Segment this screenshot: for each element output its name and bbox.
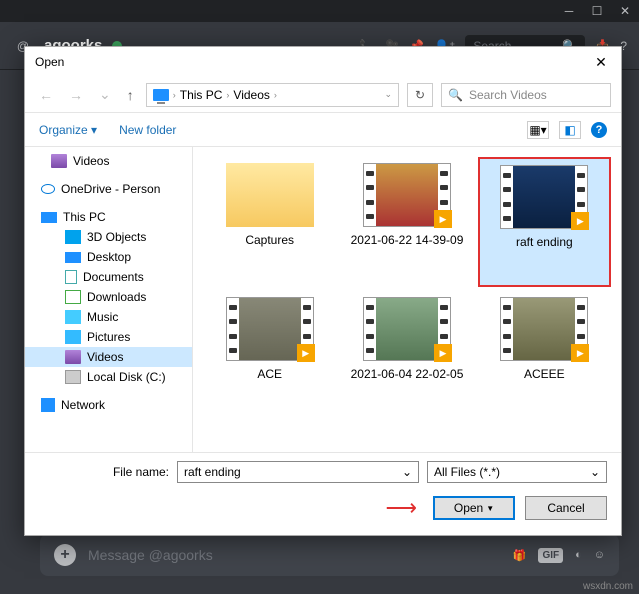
network-icon — [41, 398, 55, 412]
file-open-dialog: Open ✕ ← → ⌄ ↑ › This PC › Videos › ⌄ ↻ … — [24, 46, 622, 536]
back-button[interactable]: ← — [35, 85, 57, 105]
dialog-titlebar: Open ✕ — [25, 47, 621, 77]
play-overlay-icon: ▶ — [434, 344, 452, 362]
dialog-toolbar: Organize ▾ New folder ▦▾ ◧ ? — [25, 113, 621, 147]
folder-icon — [226, 163, 314, 227]
dialog-title: Open — [35, 55, 64, 69]
dialog-bottom: File name: raft ending ⌄ All Files (*.*)… — [25, 452, 621, 535]
video-thumbnail: ▶ — [500, 165, 588, 229]
tree-item-documents[interactable]: Documents — [25, 267, 192, 287]
cancel-button[interactable]: Cancel — [525, 496, 607, 520]
organize-menu[interactable]: Organize ▾ — [39, 123, 97, 137]
help-button[interactable]: ? — [591, 122, 607, 138]
open-button[interactable]: Open ▼ — [433, 496, 515, 520]
tree-item-desktop[interactable]: Desktop — [25, 247, 192, 267]
pc-icon — [153, 89, 169, 101]
file-item-video-selected[interactable]: ▶ raft ending — [478, 157, 611, 287]
discord-titlebar: ─ ☐ ✕ — [0, 0, 639, 22]
refresh-button[interactable]: ↻ — [407, 83, 433, 107]
close-icon[interactable]: ✕ — [591, 54, 611, 71]
tree-item-music[interactable]: Music — [25, 307, 192, 327]
chevron-right-icon: › — [274, 90, 277, 100]
music-icon — [65, 310, 81, 324]
filename-input[interactable]: raft ending ⌄ — [177, 461, 419, 483]
watermark: wsxdn.com — [583, 581, 633, 592]
chevron-down-icon[interactable]: ⌄ — [402, 465, 412, 479]
tree-item-downloads[interactable]: Downloads — [25, 287, 192, 307]
message-input[interactable]: Message @agoorks — [88, 547, 501, 563]
tree-item-videos-selected[interactable]: Videos — [25, 347, 192, 367]
dialog-nav: ← → ⌄ ↑ › This PC › Videos › ⌄ ↻ 🔍 Searc… — [25, 77, 621, 113]
chevron-right-icon: › — [226, 90, 229, 100]
chevron-right-icon: › — [173, 90, 176, 100]
video-thumbnail: ▶ — [500, 297, 588, 361]
pictures-icon — [65, 330, 81, 344]
filetype-select[interactable]: All Files (*.*) ⌄ — [427, 461, 607, 483]
view-options-button[interactable]: ▦▾ — [527, 121, 549, 139]
attach-button[interactable]: + — [54, 544, 76, 566]
documents-icon — [65, 270, 77, 284]
video-thumbnail: ▶ — [363, 163, 451, 227]
maximize-button[interactable]: ☐ — [583, 0, 611, 22]
file-item-video[interactable]: ▶ ACEEE — [478, 291, 611, 421]
tree-item-onedrive[interactable]: OneDrive - Person — [25, 179, 192, 199]
tree-item-pictures[interactable]: Pictures — [25, 327, 192, 347]
close-button[interactable]: ✕ — [611, 0, 639, 22]
forward-button[interactable]: → — [65, 85, 87, 105]
disk-icon — [65, 370, 81, 384]
new-folder-button[interactable]: New folder — [119, 123, 176, 137]
minimize-button[interactable]: ─ — [555, 0, 583, 22]
annotation-arrow: ⟶ — [385, 495, 417, 521]
video-thumbnail: ▶ — [363, 297, 451, 361]
file-item-video[interactable]: ▶ 2021-06-22 14-39-09 — [340, 157, 473, 287]
up-button[interactable]: ↑ — [123, 85, 138, 105]
chevron-down-icon[interactable]: ⌄ — [384, 89, 392, 100]
downloads-icon — [65, 290, 81, 304]
tree-item-local-disk[interactable]: Local Disk (C:) — [25, 367, 192, 387]
onedrive-icon — [41, 184, 55, 194]
tree-item-network[interactable]: Network — [25, 395, 192, 415]
file-item-video[interactable]: ▶ 2021-06-04 22-02-05 — [340, 291, 473, 421]
play-overlay-icon: ▶ — [571, 344, 589, 362]
emoji-icon[interactable]: ☺ — [594, 549, 605, 561]
gif-button[interactable]: GIF — [538, 548, 563, 563]
video-thumbnail: ▶ — [226, 297, 314, 361]
filename-label: File name: — [39, 465, 169, 479]
video-folder-icon — [65, 350, 81, 364]
chevron-down-icon: ⌄ — [590, 465, 600, 479]
preview-pane-button[interactable]: ◧ — [559, 121, 581, 139]
sticker-icon[interactable]: ◐ — [575, 549, 582, 561]
pc-icon — [41, 212, 57, 223]
desktop-icon — [65, 252, 81, 263]
nav-tree: Videos OneDrive - Person This PC 3D Obje… — [25, 147, 193, 452]
play-overlay-icon: ▶ — [434, 210, 452, 228]
play-overlay-icon: ▶ — [571, 212, 589, 230]
gift-icon[interactable]: 🎁 — [513, 549, 527, 562]
file-item-video[interactable]: ▶ ACE — [203, 291, 336, 421]
breadcrumb[interactable]: › This PC › Videos › ⌄ — [146, 83, 399, 107]
recent-dropdown[interactable]: ⌄ — [95, 84, 115, 105]
tree-item-3d-objects[interactable]: 3D Objects — [25, 227, 192, 247]
message-compose: + Message @agoorks 🎁 GIF ◐ ☺ — [40, 534, 619, 576]
video-folder-icon — [51, 154, 67, 168]
file-item-folder[interactable]: Captures — [203, 157, 336, 287]
tree-item-thispc[interactable]: This PC — [25, 207, 192, 227]
search-icon: 🔍 — [448, 88, 463, 102]
file-grid: Captures ▶ 2021-06-22 14-39-09 ▶ r — [193, 147, 621, 452]
folder-search-input[interactable]: 🔍 Search Videos — [441, 83, 611, 107]
play-overlay-icon: ▶ — [297, 344, 315, 362]
tree-item-videos[interactable]: Videos — [25, 151, 192, 171]
3d-icon — [65, 230, 81, 244]
